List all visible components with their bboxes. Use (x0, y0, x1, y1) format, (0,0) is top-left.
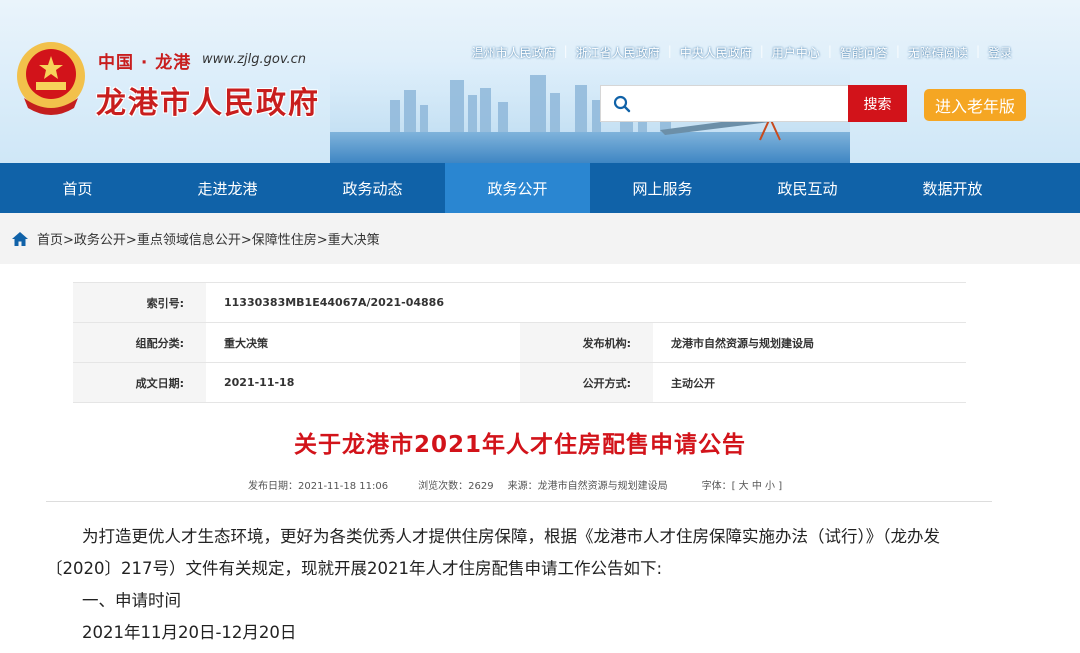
top-links: 温州市人民政府 | 浙江省人民政府 | 中央人民政府 | 用户中心 | 智能问答 | 无障… (464, 44, 1020, 61)
publisher-label: 发布机构: (520, 323, 653, 362)
site-header: 中国 · 龙港 www.zjlg.gov.cn 龙港市人民政府 温州市人民政府 |… (0, 0, 1080, 163)
search-box: 搜索 (600, 85, 907, 122)
nav-gov-news[interactable]: 政务动态 (300, 163, 445, 213)
search-icon (613, 95, 631, 113)
nav-about-longgang[interactable]: 走进龙港 (155, 163, 300, 213)
site-subtitle: 中国 · 龙港 (98, 53, 192, 73)
link-central-gov[interactable]: 中央人民政府 (672, 44, 760, 61)
breadcrumb-gov-disclosure[interactable]: 政务公开> (74, 229, 137, 248)
link-login[interactable]: 登录 (980, 44, 1020, 61)
breadcrumb-affordable-housing[interactable]: 保障性住房> (252, 229, 328, 248)
article-paragraph: 为打造更优人才生态环境，更好为各类优秀人才提供住房保障，根据《龙港市人才住房保障… (46, 527, 940, 578)
search-input[interactable] (641, 86, 849, 121)
search-button[interactable]: 搜索 (848, 85, 907, 122)
category-label: 组配分类: (73, 323, 206, 362)
article-info-bar: 发布日期：2021-11-18 11:06 浏览次数：2629 来源：龙港市自然… (248, 477, 782, 492)
document-meta-table: 索引号: 11330383MB1E44067A/2021-04886 组配分类:… (73, 282, 966, 403)
nav-open-data[interactable]: 数据开放 (880, 163, 1025, 213)
national-emblem-icon (17, 42, 85, 115)
main-nav: 首页 走进龙港 政务动态 政务公开 网上服务 政民互动 数据开放 (0, 163, 1080, 213)
breadcrumb-home[interactable]: 首页> (37, 229, 74, 248)
separator: | (895, 44, 900, 58)
meta-row-date: 成文日期: 2021-11-18 公开方式: 主动公开 (73, 363, 966, 403)
link-user-center[interactable]: 用户中心 (764, 44, 828, 61)
link-accessibility[interactable]: 无障碍阅读 (900, 44, 976, 61)
link-wenzhou-gov[interactable]: 温州市人民政府 (464, 44, 564, 61)
breadcrumb-major-decisions[interactable]: 重大决策 (328, 229, 380, 248)
link-smart-qa[interactable]: 智能问答 (832, 44, 896, 61)
meta-row-category: 组配分类: 重大决策 发布机构: 龙港市自然资源与规划建设局 (73, 323, 966, 363)
section-content: 2021年11月20日-12月20日 (82, 623, 297, 642)
home-icon[interactable] (12, 231, 28, 246)
index-number-label: 索引号: (73, 283, 206, 322)
date-label: 成文日期: (73, 363, 206, 402)
nav-gov-disclosure[interactable]: 政务公开 (445, 163, 590, 213)
separator: | (975, 44, 980, 58)
site-name-logo[interactable]: 龙港市人民政府 (96, 78, 320, 122)
meta-row-index: 索引号: 11330383MB1E44067A/2021-04886 (73, 283, 966, 323)
publish-time: 发布日期：2021-11-18 11:06 (248, 481, 389, 492)
nav-online-services[interactable]: 网上服务 (590, 163, 735, 213)
disclosure-mode-value: 主动公开 (671, 376, 715, 390)
site-url[interactable]: www.zjlg.gov.cn (202, 52, 306, 67)
separator: | (827, 44, 832, 58)
nav-interaction[interactable]: 政民互动 (735, 163, 880, 213)
index-number-value: 11330383MB1E44067A/2021-04886 (224, 296, 444, 309)
disclosure-mode-label: 公开方式: (520, 363, 653, 402)
separator: | (563, 44, 568, 58)
article-title: 关于龙港市2021年人才住房配售申请公告 (293, 432, 746, 458)
font-size-switch[interactable]: 字体：[ 大 中 小 ] (702, 477, 783, 492)
section-heading: 一、申请时间 (82, 591, 181, 610)
date-value: 2021-11-18 (224, 376, 295, 389)
separator: | (759, 44, 764, 58)
category-value: 重大决策 (224, 336, 268, 350)
breadcrumb: 首页> 政务公开> 重点领域信息公开> 保障性住房> 重大决策 (0, 213, 1080, 264)
separator: | (667, 44, 672, 58)
view-count: 浏览次数：2629 (418, 481, 494, 492)
publisher-value: 龙港市自然资源与规划建设局 (671, 336, 814, 350)
article-source: 来源：龙港市自然资源与规划建设局 (507, 481, 668, 492)
divider (46, 501, 992, 502)
nav-home[interactable]: 首页 (0, 163, 155, 213)
article-body: 为打造更优人才生态环境，更好为各类优秀人才提供住房保障，根据《龙港市人才住房保障… (46, 521, 996, 649)
elder-mode-button[interactable]: 进入老年版 (924, 89, 1026, 121)
breadcrumb-key-areas[interactable]: 重点领域信息公开> (137, 229, 252, 248)
link-zhejiang-gov[interactable]: 浙江省人民政府 (568, 44, 668, 61)
